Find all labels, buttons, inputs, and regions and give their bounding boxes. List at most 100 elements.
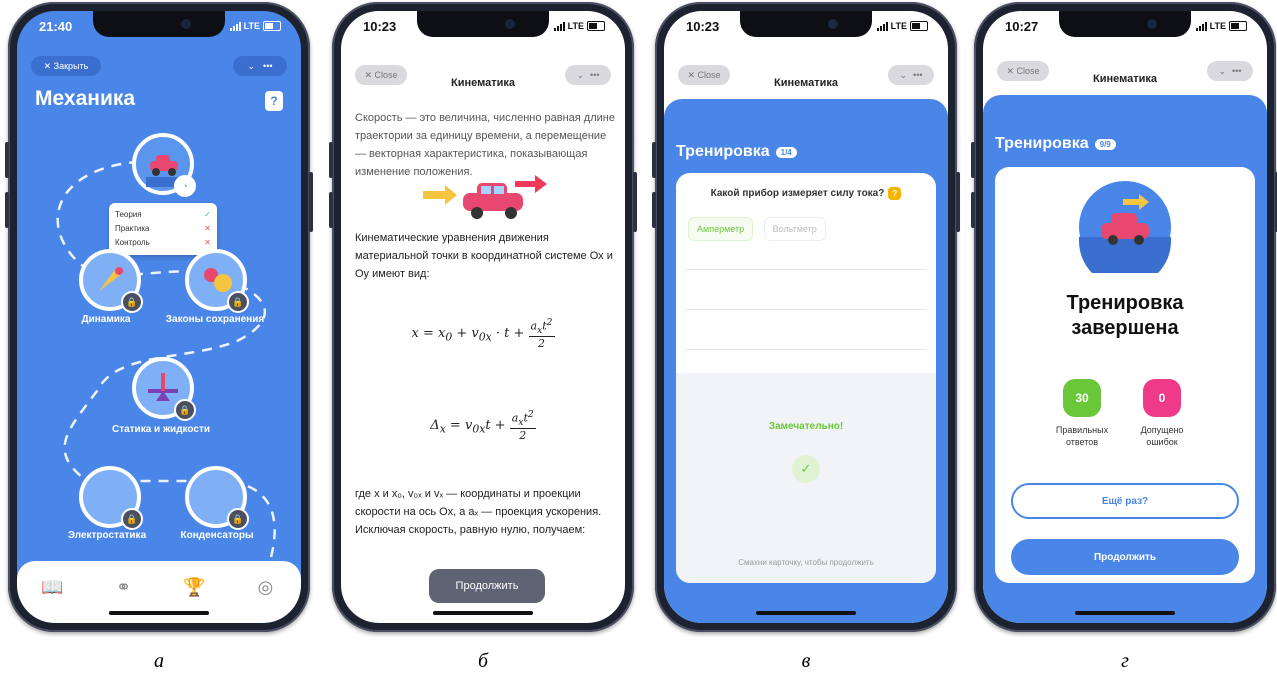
swipe-hint: Смахни карточку, чтобы продолжить xyxy=(738,558,874,567)
theory-paragraph: Кинематические уравнения движения матери… xyxy=(355,232,613,280)
theory-paragraph: Скорость — это величина, численно равная… xyxy=(355,112,615,178)
hint-icon[interactable]: ? xyxy=(888,187,902,200)
formula-displacement: Δx = v0xt + axt2 2 xyxy=(430,409,536,442)
signal-icon xyxy=(1195,21,1207,31)
progress-badge: 9/9 xyxy=(1094,138,1116,150)
lock-icon: 🔒 xyxy=(227,508,249,530)
phone-c: 10:23 LTE ✕ Close Кинематика ⌄ ••• Тренир… xyxy=(652,2,960,632)
phone-d-screen: 10:27 LTE ✕ Close Кинематика ⌄ ••• Тренир… xyxy=(983,11,1267,623)
theory-paragraph: где x и x₀, v₀ₓ и vₓ — координаты и прое… xyxy=(355,488,602,536)
binoculars-icon[interactable]: ⚭ xyxy=(104,577,144,598)
notch xyxy=(417,11,549,37)
menu-button[interactable]: ⌄ ••• xyxy=(565,65,611,85)
retry-button[interactable]: Ещё раз? xyxy=(1011,483,1239,519)
notch xyxy=(740,11,872,37)
question-card[interactable]: Какой прибор измеряет силу тока?? Амперм… xyxy=(676,173,936,583)
node-label: Конденсаторы xyxy=(180,530,254,541)
status-time: 21:40 xyxy=(39,19,73,34)
lock-icon: 🔒 xyxy=(121,508,143,530)
menu-button[interactable]: ⌄ ••• xyxy=(1207,61,1253,81)
home-indicator xyxy=(433,611,533,615)
status-time: 10:23 xyxy=(363,19,397,34)
errors-label: Допущено ошибок xyxy=(1140,425,1184,447)
car-icon xyxy=(1079,181,1171,273)
node-label: Законы сохранения xyxy=(165,314,265,325)
answer-option-correct[interactable]: Амперметр xyxy=(688,217,754,241)
signal-icon xyxy=(876,21,888,31)
notch xyxy=(93,11,225,37)
caption-c: в xyxy=(801,650,811,672)
progress-popup: Теория ✓ Практика ✕ Контроль ✕ xyxy=(109,203,217,255)
battery-icon xyxy=(263,21,281,31)
more-icon: ••• xyxy=(913,70,923,80)
feedback-text: Замечательно! xyxy=(768,421,844,432)
divider xyxy=(686,269,926,270)
phone-b: 10:23 LTE ✕ Close Кинематика ⌄ ••• Скорос… xyxy=(329,2,637,632)
chevron-down-icon: ⌄ xyxy=(1218,65,1227,76)
signal-icon xyxy=(553,21,565,31)
network-label: LTE xyxy=(890,21,907,31)
question-text: Какой прибор измеряет силу тока?? xyxy=(676,187,936,200)
result-title: Тренировка завершена xyxy=(1066,292,1184,339)
training-header: Тренировка 1/4 xyxy=(676,143,797,161)
car-illustration xyxy=(423,175,547,219)
chevron-down-icon: ⌄ xyxy=(576,69,585,80)
check-icon: ✓ xyxy=(792,455,820,483)
lock-icon: 🔒 xyxy=(227,291,249,313)
node-kinematics[interactable]: ◔ xyxy=(132,133,196,197)
formula-coordinate: x = x0 + v0x · t + axt2 2 xyxy=(411,317,555,350)
divider xyxy=(686,349,926,350)
network-label: LTE xyxy=(243,21,260,31)
home-indicator xyxy=(756,611,856,615)
caption-d: г xyxy=(1121,650,1129,672)
network-label: LTE xyxy=(567,21,584,31)
phone-c-screen: 10:23 LTE ✕ Close Кинематика ⌄ ••• Тренир… xyxy=(664,11,948,623)
home-indicator xyxy=(1075,611,1175,615)
answer-option[interactable]: Вольтметр xyxy=(763,217,826,241)
continue-button[interactable]: Продолжить xyxy=(1011,539,1239,575)
node-conservation[interactable]: 🔒 xyxy=(185,249,249,313)
caption-b: б xyxy=(477,650,489,672)
chevron-down-icon: ⌄ xyxy=(899,69,908,80)
popup-row: Контроль ✕ xyxy=(115,237,211,247)
node-label: Электростатика xyxy=(67,530,147,541)
phone-d: 10:27 LTE ✕ Close Кинематика ⌄ ••• Тренир… xyxy=(971,2,1277,632)
profile-icon[interactable]: ◎ xyxy=(246,577,286,598)
result-card: Тренировка завершена 30 0 Правильных отв… xyxy=(995,167,1255,583)
trophy-icon[interactable]: 🏆 xyxy=(175,577,215,598)
battery-icon xyxy=(1229,21,1247,31)
node-capacitors[interactable]: 🔒 xyxy=(185,466,249,530)
node-electrostatics[interactable]: 🔒 xyxy=(79,466,143,530)
network-label: LTE xyxy=(1209,21,1226,31)
book-icon[interactable]: 📖 xyxy=(33,577,73,598)
node-statics[interactable]: 🔒 xyxy=(132,357,196,421)
node-label: Статика и жидкости xyxy=(111,424,211,435)
node-dynamics[interactable]: 🔒 xyxy=(79,249,143,313)
battery-icon xyxy=(910,21,928,31)
progress-badge: 1/4 xyxy=(775,146,797,158)
menu-button[interactable]: ⌄ ••• xyxy=(888,65,934,85)
popup-row: Практика ✕ xyxy=(115,223,211,233)
more-icon: ••• xyxy=(590,70,600,80)
status-time: 10:27 xyxy=(1005,19,1039,34)
node-label: Динамика xyxy=(81,314,131,325)
correct-label: Правильных ответов xyxy=(1055,425,1109,447)
correct-count-tile: 30 xyxy=(1063,379,1101,417)
continue-button[interactable]: Продолжить xyxy=(429,569,545,603)
feedback-area: Замечательно! ✓ Смахни карточку, чтобы п… xyxy=(676,373,936,583)
caption-a: а xyxy=(154,650,164,672)
phone-b-screen: 10:23 LTE ✕ Close Кинематика ⌄ ••• Скорос… xyxy=(341,11,625,623)
progress-icon: ◔ xyxy=(174,175,196,197)
lock-icon: 🔒 xyxy=(174,399,196,421)
signal-icon xyxy=(229,21,241,31)
status-time: 10:23 xyxy=(686,19,720,34)
phone-a: 21:40 LTE ✕ Закрыть ⌄ ••• Механика ? ◔ Те… xyxy=(5,2,313,632)
battery-icon xyxy=(587,21,605,31)
home-indicator xyxy=(109,611,209,615)
lock-icon: 🔒 xyxy=(121,291,143,313)
notch xyxy=(1059,11,1191,37)
errors-count-tile: 0 xyxy=(1143,379,1181,417)
phone-a-screen: 21:40 LTE ✕ Закрыть ⌄ ••• Механика ? ◔ Те… xyxy=(17,11,301,623)
more-icon: ••• xyxy=(1232,66,1242,76)
popup-row: Теория ✓ xyxy=(115,209,211,219)
